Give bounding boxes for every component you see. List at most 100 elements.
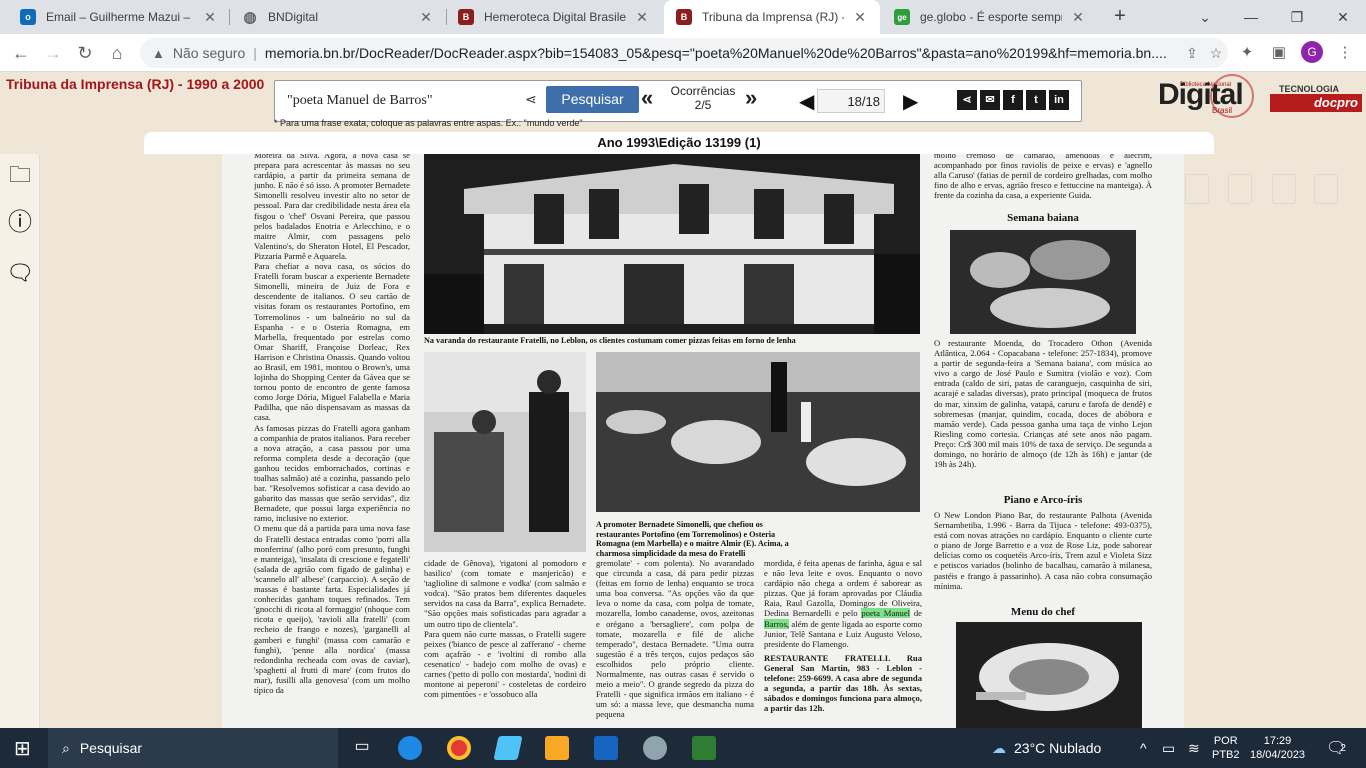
page-tool-icon[interactable]: [1228, 174, 1252, 204]
paint-icon[interactable]: [643, 736, 667, 760]
windows-start-icon[interactable]: ⊞: [14, 728, 31, 768]
forward-button[interactable]: →: [40, 40, 66, 66]
search-highlight[interactable]: Barros,: [764, 618, 790, 629]
taskbar-search[interactable]: ⌕ Pesquisar: [48, 728, 338, 768]
warning-icon[interactable]: ▲: [152, 46, 165, 61]
info-icon[interactable]: ⓘ: [4, 208, 36, 240]
edge-icon[interactable]: [398, 736, 422, 760]
windows-taskbar: ⊞ ⌕ Pesquisar ▭ ☁ 23°C Nublado ^ ▭ ≋ POR…: [0, 728, 1366, 768]
occurrences-value: 2/5: [694, 98, 712, 112]
page-total: /18: [861, 94, 880, 109]
search-icon: ⌕: [62, 739, 70, 756]
paragraph: As famosas pizzas do Fratelli agora ganh…: [254, 422, 410, 524]
article-column-5c: O New London Piano Bar, do restaurante P…: [934, 510, 1152, 600]
email-icon[interactable]: ✉: [980, 90, 1000, 110]
not-secure-label: Não seguro: [172, 45, 246, 61]
paragraph: Para quem não curte massas, o Fratelli s…: [424, 628, 586, 700]
tab-title: Hemeroteca Digital Brasileira: [484, 10, 626, 24]
twitter-icon[interactable]: t: [1026, 90, 1046, 110]
search-button[interactable]: Pesquisar: [546, 86, 639, 113]
cloud-icon: ☁: [992, 739, 1006, 756]
close-window-button[interactable]: ✕: [1320, 0, 1366, 34]
extensions-icon[interactable]: ✦: [1235, 41, 1259, 65]
tray-chevron-icon[interactable]: ^: [1140, 728, 1147, 768]
promoter-photo: [424, 352, 586, 552]
clock[interactable]: 17:29 18/04/2023: [1250, 728, 1305, 768]
side-panel-icon[interactable]: ▣: [1267, 41, 1291, 65]
occurrences-label: Ocorrências: [670, 84, 736, 98]
prev-page-icon[interactable]: ◀: [799, 89, 814, 114]
folder-icon[interactable]: 🗀: [4, 160, 36, 192]
share-icon[interactable]: ⋖: [525, 91, 537, 108]
new-tab-button[interactable]: +: [1108, 5, 1132, 29]
close-tab-icon[interactable]: ✕: [418, 9, 434, 26]
article-column-4: mordida, é feita apenas de farinha, água…: [764, 558, 922, 728]
book-tool-icon[interactable]: [1272, 174, 1296, 204]
task-view-icon[interactable]: ▭: [350, 736, 374, 760]
article-column-3: gremolate' - com polenta). No avarandado…: [596, 558, 754, 728]
tab-tribuna[interactable]: B Tribuna da Imprensa (RJ) - 19 ✕: [664, 0, 880, 34]
restore-button[interactable]: ❐: [1274, 0, 1320, 34]
notifications-icon[interactable]: 🗨 2: [1326, 728, 1346, 768]
search-highlight[interactable]: poeta Manuel: [861, 608, 911, 619]
left-toolbar: 🗀 ⓘ 🗨: [0, 154, 40, 728]
word-icon[interactable]: [594, 736, 618, 760]
globe-icon: ◍: [243, 9, 257, 26]
browser-toolbar: ← → ↻ ⌂ ▲ Não seguro | memoria.bn.br/Doc…: [0, 34, 1366, 72]
url-text[interactable]: memoria.bn.br/DocReader/DocReader.aspx?b…: [265, 45, 1180, 61]
next-page-icon[interactable]: ▶: [903, 89, 918, 114]
tab-bndigital[interactable]: ◍ BNDigital ✕: [230, 0, 446, 34]
share-network-icon[interactable]: ⋖: [957, 90, 977, 110]
reload-button[interactable]: ↻: [72, 40, 98, 66]
notes-app-icon[interactable]: [493, 736, 523, 760]
close-tab-icon[interactable]: ✕: [202, 9, 218, 26]
close-tab-icon[interactable]: ✕: [634, 9, 650, 26]
profile-avatar[interactable]: G: [1301, 41, 1323, 63]
occurrences: Ocorrências 2/5: [668, 84, 738, 112]
page-number-field[interactable]: 18/18: [817, 89, 885, 113]
next-occurrence-icon[interactable]: »: [745, 85, 757, 111]
grid-tool-icon[interactable]: [1314, 174, 1338, 204]
comment-icon[interactable]: 🗨: [4, 258, 36, 290]
tab-email[interactable]: o Email – Guilherme Mazui – O ✕: [8, 0, 230, 34]
prev-occurrence-icon[interactable]: «: [641, 85, 653, 111]
chrome-icon[interactable]: [447, 736, 471, 760]
clock-date: 18/04/2023: [1250, 749, 1306, 761]
tab-ge-globo[interactable]: ge ge.globo - É esporte sempre ✕: [882, 0, 1098, 34]
brand-sub-text: Brasil: [1212, 106, 1233, 115]
document-viewer[interactable]: Moreira da Silva. Agora, a nova casa se …: [40, 154, 1366, 728]
newspaper-scan[interactable]: Moreira da Silva. Agora, a nova casa se …: [222, 154, 1184, 728]
ge-icon: ge: [894, 9, 910, 25]
network-icon[interactable]: ▭: [1162, 728, 1175, 768]
menu-do-chef-photo: [956, 622, 1142, 728]
paragraph: Moreira da Silva. Agora, a nova casa se …: [254, 154, 410, 261]
paragraph: O menu que dá a partida para uma nova fa…: [254, 523, 410, 695]
paragraph: Para chefiar a nova casa, os sócios do F…: [254, 261, 410, 423]
menu-kebab-icon[interactable]: ⋮: [1333, 41, 1357, 65]
tab-hemeroteca[interactable]: B Hemeroteca Digital Brasileira ✕: [446, 0, 662, 34]
file-explorer-icon[interactable]: [545, 736, 569, 760]
weather-widget[interactable]: ☁ 23°C Nublado: [992, 728, 1101, 768]
back-button[interactable]: ←: [8, 40, 34, 66]
fit-tool-icon[interactable]: [1185, 174, 1209, 204]
facebook-icon[interactable]: f: [1003, 90, 1023, 110]
close-tab-icon[interactable]: ✕: [1070, 9, 1086, 26]
search-hint: * Para uma frase exata, coloque as palav…: [274, 118, 583, 128]
minimize-button[interactable]: —: [1228, 0, 1274, 34]
search-input[interactable]: [283, 88, 521, 114]
wifi-icon[interactable]: ≋: [1188, 728, 1200, 768]
semana-baiana-photo: [950, 230, 1136, 334]
heading-semana-baiana: Semana baiana: [1007, 212, 1079, 224]
page-current[interactable]: 18: [847, 94, 861, 109]
language-indicator[interactable]: POR PTB2: [1212, 728, 1240, 768]
clock-time: 17:29: [1263, 735, 1292, 747]
paragraph: gremolate' - com polenta). No avarandado…: [596, 558, 754, 720]
close-tab-icon[interactable]: ✕: [852, 9, 868, 26]
address-bar[interactable]: ▲ Não seguro | memoria.bn.br/DocReader/D…: [140, 38, 1228, 68]
excel-icon[interactable]: [692, 736, 716, 760]
linkedin-icon[interactable]: in: [1049, 90, 1069, 110]
share-page-icon[interactable]: ⇪: [1180, 45, 1204, 62]
home-button[interactable]: ⌂: [104, 40, 130, 66]
tab-search-icon[interactable]: ⌄: [1182, 0, 1228, 34]
bookmark-star-icon[interactable]: ☆: [1204, 45, 1228, 62]
